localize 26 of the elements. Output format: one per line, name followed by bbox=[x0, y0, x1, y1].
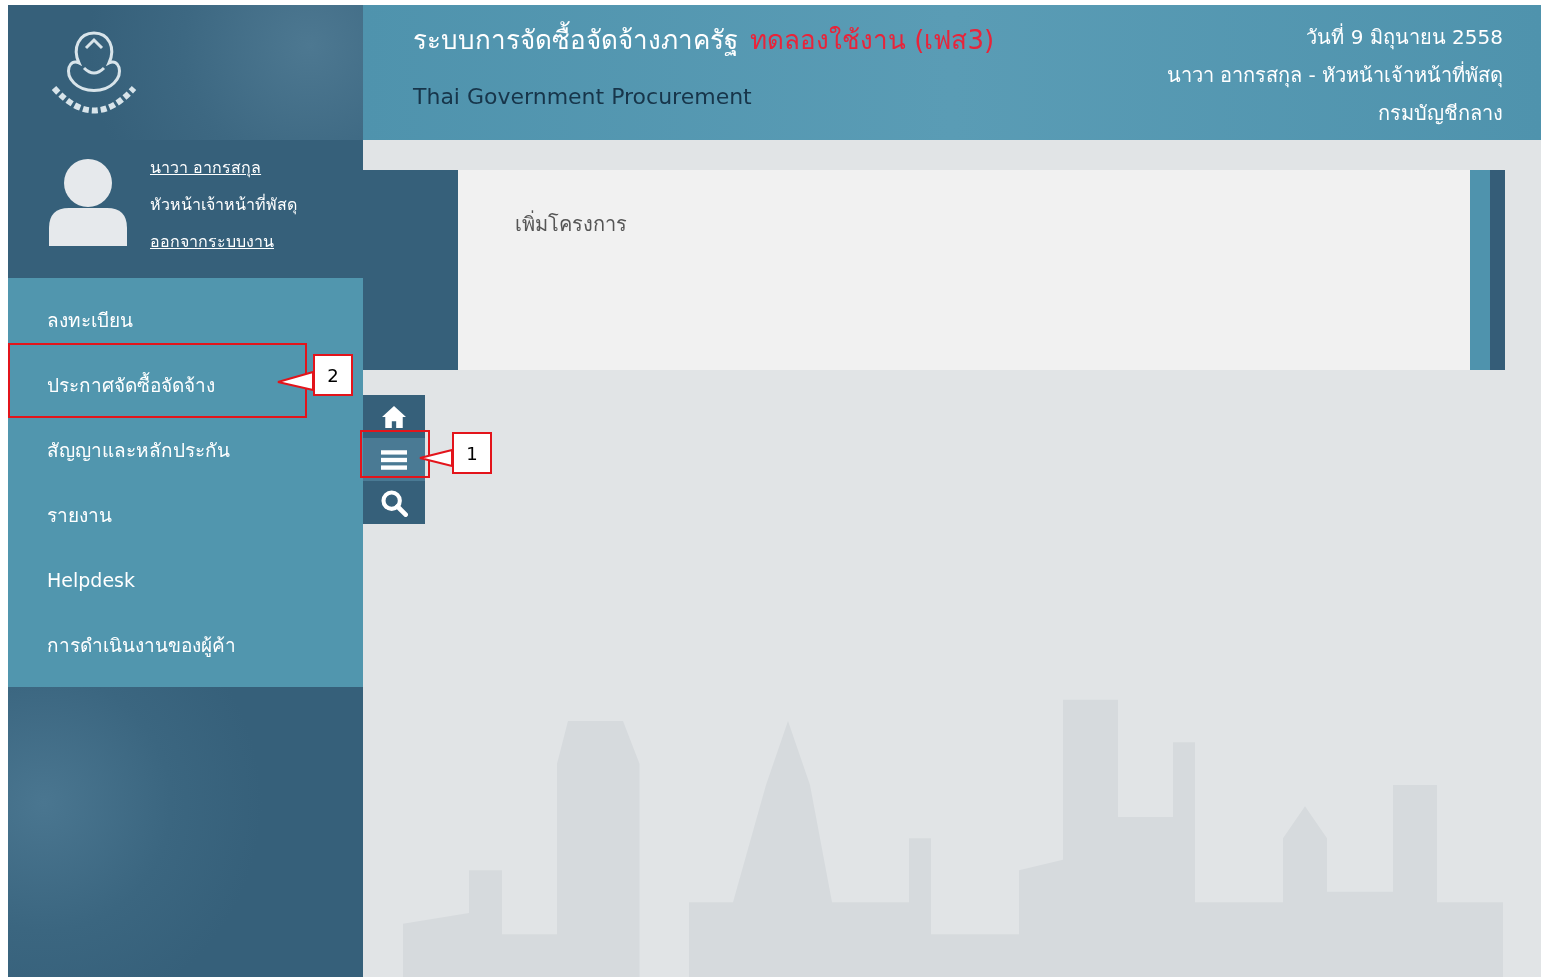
date-text: วันที่ 9 มิถุนายน 2558 bbox=[1306, 22, 1503, 52]
menu-button[interactable] bbox=[363, 438, 425, 481]
callout-arrow bbox=[419, 448, 453, 468]
avatar-icon bbox=[47, 158, 129, 246]
user-info: นาวา อากรสกุล - หัวหน้าเจ้าหน้าที่พัสดุ bbox=[1166, 60, 1503, 90]
menu-item[interactable]: Helpdesk bbox=[8, 547, 141, 612]
home-button[interactable] bbox=[363, 395, 425, 438]
home-icon bbox=[380, 404, 408, 429]
search-button[interactable] bbox=[363, 481, 425, 524]
callout-frame bbox=[360, 430, 430, 478]
system-title: ระบบการจัดซื้อจัดจ้างภาครัฐ bbox=[413, 19, 738, 60]
menu-icon bbox=[381, 448, 407, 471]
menu-item[interactable]: การดำเนินงานของผู้ค้า bbox=[8, 612, 242, 677]
callout-arrow bbox=[277, 370, 314, 392]
department-name: กรมบัญชีกลาง bbox=[1378, 100, 1503, 127]
menu-item[interactable]: ประกาศจัดซื้อจัดจ้าง bbox=[8, 352, 221, 417]
add-project-link[interactable]: เพิ่มโครงการ bbox=[515, 212, 627, 236]
menu-item[interactable]: สัญญาและหลักประกัน bbox=[8, 417, 236, 482]
user-role: หัวหน้าเจ้าหน้าที่พัสดุ bbox=[150, 193, 297, 217]
menu-item[interactable]: รายงาน bbox=[8, 482, 118, 547]
trial-label: ทดลองใช้งาน (เฟส3) bbox=[750, 24, 995, 57]
menu-item[interactable]: ลงทะเบียน bbox=[8, 287, 139, 352]
logout-link[interactable]: ออกจากระบบงาน bbox=[150, 229, 274, 254]
user-name-link[interactable]: นาวา อากรสกุล bbox=[150, 155, 262, 180]
system-subtitle: Thai Government Procurement bbox=[413, 84, 753, 109]
search-icon bbox=[380, 488, 408, 517]
